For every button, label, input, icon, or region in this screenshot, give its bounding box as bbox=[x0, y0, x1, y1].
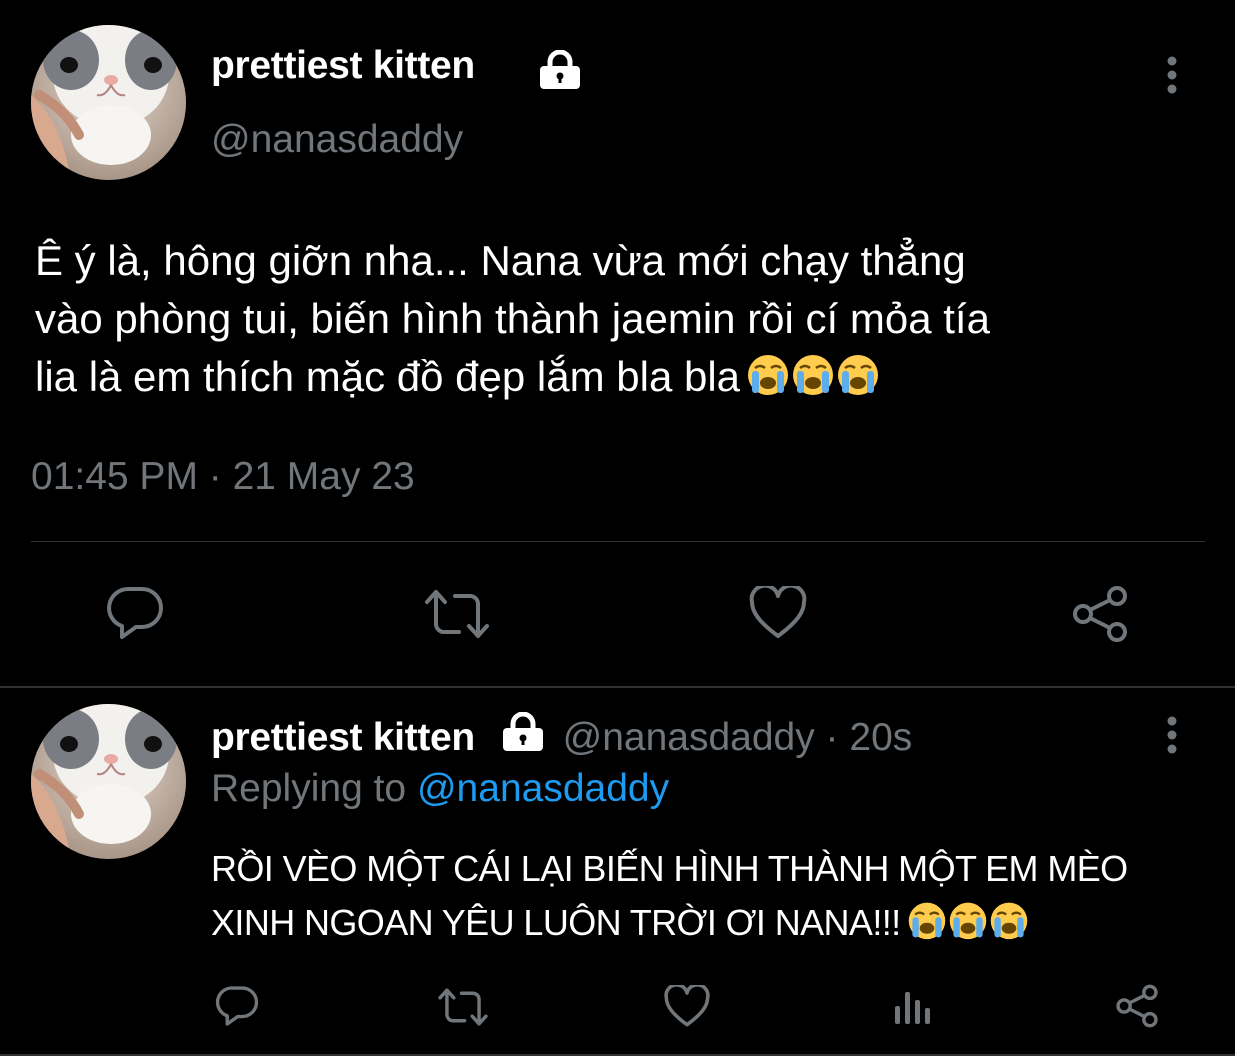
reply-text-line-text: XINH NGOAN YÊU LUÔN TRỜI ƠI NANA!!! bbox=[211, 902, 901, 943]
divider bbox=[31, 541, 1205, 542]
reply-text: RỒI VÈO MỘT CÁI LẠI BIẾN HÌNH THÀNH MỘT … bbox=[211, 842, 1128, 956]
retweet-icon[interactable] bbox=[437, 987, 489, 1027]
lock-icon bbox=[502, 712, 543, 751]
replying-mention-link[interactable]: @nanasdaddy bbox=[417, 767, 669, 810]
crying-emoji-group bbox=[744, 351, 879, 412]
handle[interactable]: @nanasdaddy bbox=[211, 118, 463, 162]
share-icon[interactable] bbox=[1070, 585, 1130, 643]
crying-emoji-group bbox=[905, 899, 1028, 956]
handle-and-time[interactable]: @nanasdaddy · 20s bbox=[563, 716, 913, 759]
section-divider bbox=[0, 686, 1235, 688]
loudly-crying-emoji-icon bbox=[793, 355, 834, 395]
tweet-text-line: lia là em thích mặc đồ đẹp lắm bla bla bbox=[35, 348, 1205, 412]
more-options-icon[interactable] bbox=[1162, 56, 1182, 94]
reply-icon[interactable] bbox=[215, 985, 259, 1027]
reply-text-line: XINH NGOAN YÊU LUÔN TRỜI ƠI NANA!!! bbox=[211, 896, 1128, 956]
like-icon[interactable] bbox=[749, 586, 807, 640]
loudly-crying-emoji-icon bbox=[908, 902, 945, 940]
avatar[interactable] bbox=[31, 25, 186, 180]
retweet-icon[interactable] bbox=[423, 588, 491, 640]
main-tweet: prettiest kitten @nanasdaddy Ê ý là, hôn… bbox=[0, 0, 1235, 688]
share-icon[interactable] bbox=[1114, 984, 1160, 1028]
display-name[interactable]: prettiest kitten bbox=[211, 44, 475, 88]
replying-label: Replying to bbox=[211, 767, 407, 810]
analytics-icon[interactable] bbox=[892, 986, 932, 1026]
timestamp[interactable]: 01:45 PM · 21 May 23 bbox=[31, 455, 415, 499]
more-options-icon[interactable] bbox=[1162, 716, 1182, 754]
loudly-crying-emoji-icon bbox=[838, 355, 879, 395]
loudly-crying-emoji-icon bbox=[949, 902, 986, 940]
tweet-text: Ê ý là, hông giỡn nha... Nana vừa mới ch… bbox=[35, 232, 1205, 412]
like-icon[interactable] bbox=[664, 985, 710, 1028]
reply-header: prettiest kitten @nanasdaddy · 20s bbox=[211, 712, 912, 760]
tweet-text-line: Ê ý là, hông giỡn nha... Nana vừa mới ch… bbox=[35, 237, 966, 284]
tweet-text-line-text: lia là em thích mặc đồ đẹp lắm bla bla bbox=[35, 353, 741, 400]
reply-text-line: RỒI VÈO MỘT CÁI LẠI BIẾN HÌNH THÀNH MỘT … bbox=[211, 848, 1128, 889]
replying-to: Replying to @nanasdaddy bbox=[211, 767, 669, 811]
lock-icon bbox=[540, 50, 580, 89]
loudly-crying-emoji-icon bbox=[748, 355, 789, 395]
reply-icon[interactable] bbox=[106, 585, 164, 641]
display-name[interactable]: prettiest kitten bbox=[211, 716, 475, 759]
tweet-text-line: vào phòng tui, biến hình thành jaemin rồ… bbox=[35, 295, 990, 342]
avatar[interactable] bbox=[31, 704, 186, 859]
loudly-crying-emoji-icon bbox=[990, 902, 1027, 940]
